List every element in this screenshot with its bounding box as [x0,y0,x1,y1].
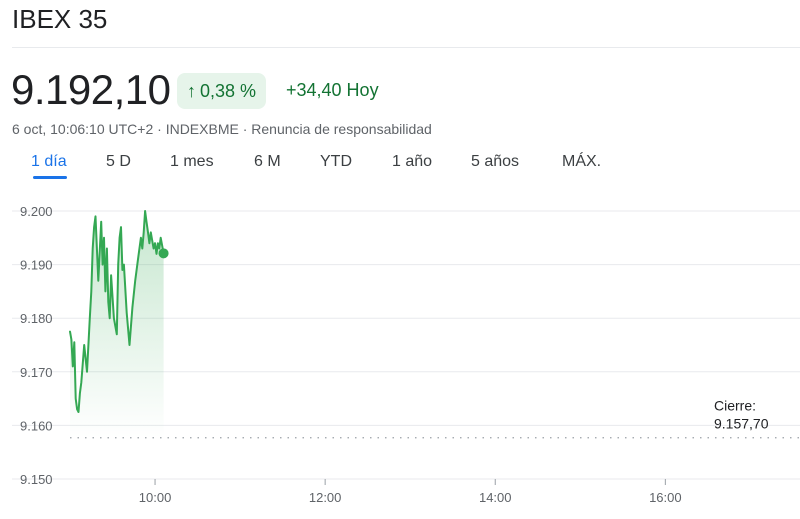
current-price: 9.192,10 [11,66,171,113]
tab-6-months[interactable]: 6 M [254,153,281,171]
tab-ytd[interactable]: YTD [320,153,352,171]
active-tab-indicator [33,176,67,179]
page-title: IBEX 35 [12,4,108,34]
change-value: +34,40 Hoy [286,80,379,100]
tab-5-years[interactable]: 5 años [471,153,519,171]
y-tick-label: 9.170 [20,365,53,380]
previous-close-value: 9.157,70 [714,416,769,432]
x-tick-label: 10:00 [139,490,172,505]
tab-max[interactable]: MÁX. [562,153,601,171]
change-percent-badge: ↑ 0,38 % [177,73,267,109]
x-tick-label: 12:00 [309,490,342,505]
change-percent: 0,38 % [200,80,257,101]
quote-meta: 6 oct, 10:06:10 UTC+2 · INDEXBME · Renun… [12,121,432,137]
arrow-up-icon: ↑ [187,80,196,101]
tab-1-day[interactable]: 1 día [31,153,67,171]
y-tick-label: 9.150 [20,472,53,487]
tab-5-days[interactable]: 5 D [106,153,131,171]
previous-close-label: Cierre: [714,398,756,414]
price-chart[interactable]: 9.200 9.190 9.180 9.170 9.160 9.150 10:00 12:0… [0,190,800,519]
header-divider [12,47,800,48]
y-tick-label: 9.180 [20,311,53,326]
tab-1-month[interactable]: 1 mes [170,153,214,171]
range-tabs: 1 día 5 D 1 mes 6 M YTD 1 año 5 años MÁX… [0,150,800,180]
y-tick-label: 9.160 [20,418,53,433]
tab-1-year[interactable]: 1 año [392,153,432,171]
y-tick-label: 9.200 [20,204,53,219]
x-tick-label: 14:00 [479,490,512,505]
x-tick-label: 16:00 [649,490,682,505]
y-tick-label: 9.190 [20,258,53,273]
current-point[interactable] [158,248,169,259]
